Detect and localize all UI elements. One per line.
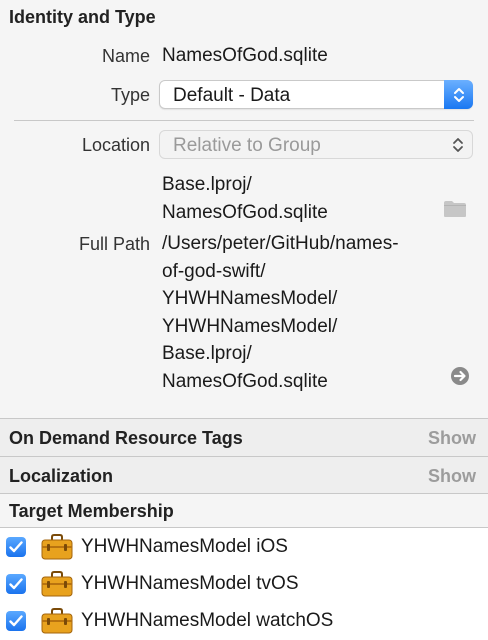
location-path-line: NamesOfGod.sqlite — [162, 201, 328, 223]
full-path-line: of-god-swift/ — [162, 260, 266, 282]
location-popup[interactable]: Relative to Group — [159, 130, 473, 159]
name-label: Name — [101, 46, 150, 66]
target-name: YHWHNamesModel iOS — [81, 536, 288, 557]
location-label: Location — [81, 135, 150, 155]
identity-divider — [14, 120, 474, 121]
target-row: YHWHNamesModel watchOS — [0, 603, 488, 640]
target-membership-title: Target Membership — [9, 501, 174, 521]
chevron-updown-icon — [450, 135, 466, 155]
target-checkbox[interactable] — [6, 537, 26, 557]
arrow-circle-right-icon[interactable] — [450, 366, 470, 391]
target-checkbox[interactable] — [6, 611, 26, 631]
full-path-line: Base.lproj/ — [162, 343, 252, 365]
toolbox-icon — [41, 608, 73, 634]
target-row: YHWHNamesModel iOS — [0, 529, 488, 566]
full-path-label: Full Path — [78, 234, 150, 254]
target-list: YHWHNamesModel iOS YHWHNamesModel tvOS Y… — [0, 528, 488, 640]
full-path-line: NamesOfGod.sqlite — [162, 370, 328, 392]
target-name: YHWHNamesModel tvOS — [81, 573, 299, 594]
location-path-line: Base.lproj/ — [162, 174, 252, 195]
on-demand-show-button[interactable]: Show — [428, 428, 476, 449]
chevron-updown-icon — [444, 80, 473, 109]
folder-icon[interactable] — [443, 200, 467, 223]
target-name: YHWHNamesModel watchOS — [81, 610, 334, 631]
name-value[interactable]: NamesOfGod.sqlite — [162, 42, 328, 70]
target-row: YHWHNamesModel tvOS — [0, 566, 488, 603]
full-path-line: YHWHNamesModel/ — [162, 315, 338, 337]
type-label: Type — [110, 85, 150, 105]
toolbox-icon — [41, 534, 73, 560]
type-popup-value: Default - Data — [173, 85, 291, 106]
checkmark-icon — [9, 541, 23, 553]
toolbox-icon — [41, 571, 73, 597]
localization-header: Localization Show — [0, 457, 488, 494]
on-demand-header: On Demand Resource Tags Show — [0, 419, 488, 456]
location-popup-value: Relative to Group — [173, 135, 321, 156]
full-path-value: /Users/peter/GitHub/names- of-god-swift/… — [162, 230, 399, 396]
full-path-line: YHWHNamesModel/ — [162, 288, 338, 310]
checkmark-icon — [9, 615, 23, 627]
on-demand-title: On Demand Resource Tags — [9, 428, 243, 448]
full-path-line: /Users/peter/GitHub/names- — [162, 233, 399, 254]
target-membership-header: Target Membership — [0, 494, 488, 528]
localization-title: Localization — [9, 466, 114, 486]
localization-show-button[interactable]: Show — [428, 466, 476, 487]
identity-type-title: Identity and Type — [9, 7, 156, 27]
type-popup[interactable]: Default - Data — [159, 80, 473, 109]
location-path: Base.lproj/ NamesOfGod.sqlite — [162, 171, 328, 226]
target-checkbox[interactable] — [6, 574, 26, 594]
checkmark-icon — [9, 578, 23, 590]
